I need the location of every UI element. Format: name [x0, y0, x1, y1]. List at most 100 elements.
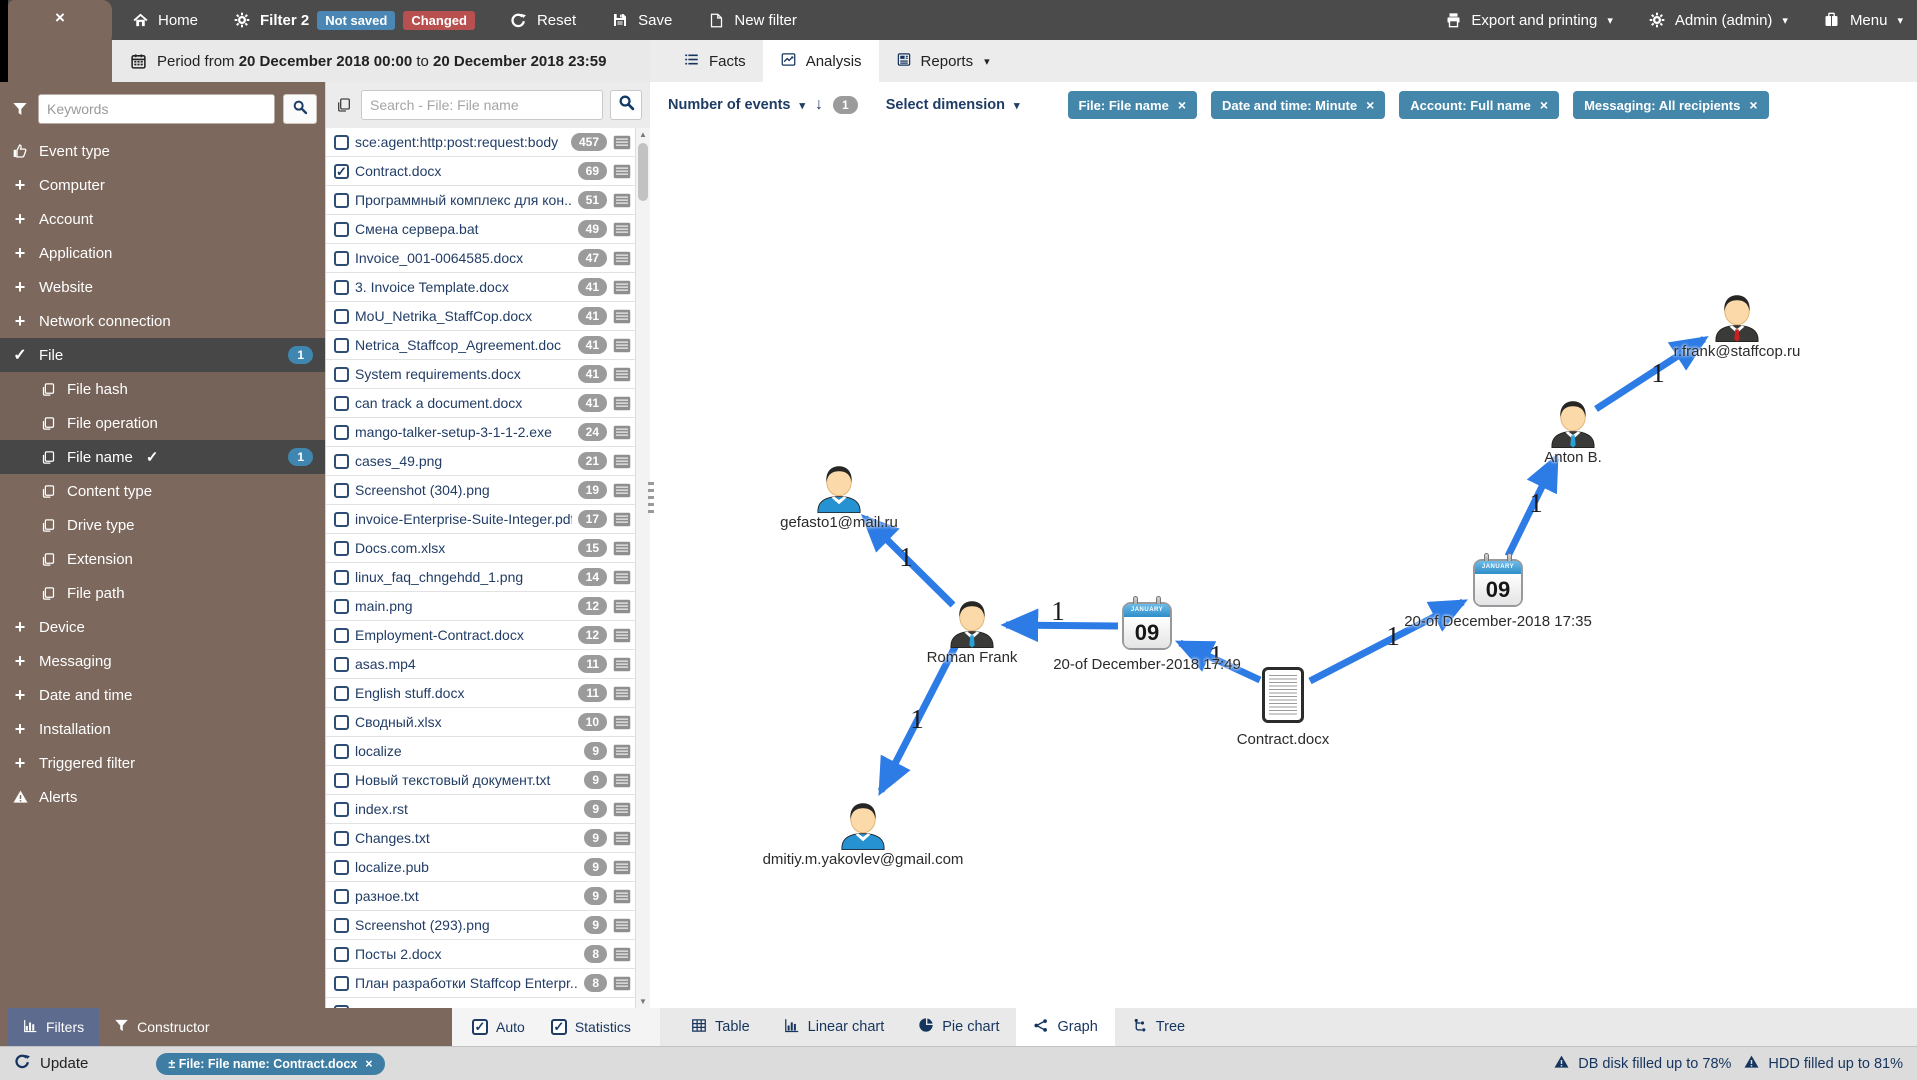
- sidebar-item-content-type[interactable]: Content type: [0, 474, 325, 508]
- file-list-item[interactable]: can track a document.docx41: [326, 389, 635, 418]
- file-list-scrollbar[interactable]: ▲ ▼: [635, 128, 650, 1008]
- tab-constructor[interactable]: Constructor: [99, 1008, 224, 1046]
- file-checkbox[interactable]: [334, 454, 349, 469]
- sidebar-item-triggered-filter[interactable]: +Triggered filter: [0, 746, 325, 780]
- details-list-icon[interactable]: [613, 628, 631, 643]
- person-node[interactable]: [945, 597, 999, 656]
- admin-menu[interactable]: Admin (admin) ▾: [1633, 0, 1802, 40]
- file-list-item[interactable]: invoice-Enterprise-Suite-Integer.pdf17: [326, 505, 635, 534]
- calendar-node[interactable]: JANUARY09: [1122, 602, 1172, 650]
- file-list-item[interactable]: Новый текстовый документ.txt9: [326, 766, 635, 795]
- file-checkbox[interactable]: [334, 802, 349, 817]
- tab-reports[interactable]: Reports▾: [879, 40, 1007, 82]
- sidebar-item-account[interactable]: +Account: [0, 202, 325, 236]
- file-list-item[interactable]: Docs.com.xlsx15: [326, 534, 635, 563]
- file-checkbox[interactable]: [334, 541, 349, 556]
- file-checkbox[interactable]: [334, 831, 349, 846]
- file-checkbox[interactable]: [334, 338, 349, 353]
- file-list-item[interactable]: cases_49.png21: [326, 447, 635, 476]
- remove-filter-icon[interactable]: ×: [365, 1057, 372, 1071]
- file-checkbox[interactable]: [334, 773, 349, 788]
- file-checkbox[interactable]: [334, 222, 349, 237]
- view-tab-tree[interactable]: Tree: [1115, 1008, 1202, 1046]
- measure-dropdown[interactable]: Number of events ▾: [668, 97, 805, 113]
- file-list-item[interactable]: English stuff.docx11: [326, 679, 635, 708]
- file-checkbox[interactable]: [334, 744, 349, 759]
- person-node[interactable]: [812, 462, 866, 521]
- details-list-icon[interactable]: [613, 976, 631, 991]
- new-filter-button[interactable]: New filter: [692, 0, 811, 40]
- details-list-icon[interactable]: [613, 686, 631, 701]
- sidebar-item-alerts[interactable]: Alerts: [0, 780, 325, 814]
- active-filter-chip[interactable]: ± File: File name: Contract.docx ×: [156, 1053, 384, 1075]
- file-checkbox[interactable]: [334, 599, 349, 614]
- file-list-item[interactable]: localize9: [326, 737, 635, 766]
- panel-resize-handle[interactable]: [648, 482, 654, 516]
- dimension-chip[interactable]: Messaging: All recipients×: [1573, 91, 1768, 119]
- file-checkbox[interactable]: [334, 686, 349, 701]
- period-bar[interactable]: Period from 20 December 2018 00:00 to 20…: [112, 40, 650, 82]
- filter-button[interactable]: Filter 2 Not saved Changed: [218, 0, 489, 40]
- details-list-icon[interactable]: [613, 947, 631, 962]
- file-checkbox[interactable]: [334, 396, 349, 411]
- scroll-down-icon[interactable]: ▼: [636, 997, 650, 1006]
- file-checkbox[interactable]: [334, 860, 349, 875]
- file-search-button[interactable]: [610, 90, 642, 120]
- file-list-item[interactable]: System requirements.docx41: [326, 360, 635, 389]
- file-checkbox[interactable]: [334, 425, 349, 440]
- remove-chip-icon[interactable]: ×: [1749, 97, 1757, 113]
- scroll-up-icon[interactable]: ▲: [636, 130, 650, 139]
- sidebar-item-file-hash[interactable]: File hash: [0, 372, 325, 406]
- file-list-item[interactable]: Screenshot (304).png19: [326, 476, 635, 505]
- file-list-item[interactable]: Changes.txt9: [326, 824, 635, 853]
- file-list-item[interactable]: Сводный.xlsx10: [326, 708, 635, 737]
- file-checkbox[interactable]: [334, 280, 349, 295]
- file-checkbox[interactable]: [334, 570, 349, 585]
- reset-button[interactable]: Reset: [495, 0, 590, 40]
- document-node[interactable]: [1262, 667, 1304, 723]
- file-checkbox[interactable]: [334, 715, 349, 730]
- file-search-input[interactable]: [361, 90, 603, 120]
- tab-analysis[interactable]: Analysis: [763, 40, 879, 82]
- dimension-chip[interactable]: Date and time: Minute×: [1211, 91, 1385, 119]
- tab-facts[interactable]: Facts: [666, 40, 763, 82]
- details-list-icon[interactable]: [613, 309, 631, 324]
- details-list-icon[interactable]: [613, 744, 631, 759]
- remove-chip-icon[interactable]: ×: [1178, 97, 1186, 113]
- sidebar-item-file-operation[interactable]: File operation: [0, 406, 325, 440]
- details-list-icon[interactable]: [613, 570, 631, 585]
- statistics-checkbox[interactable]: ✓ Statistics: [551, 1019, 631, 1035]
- sidebar-item-installation[interactable]: +Installation: [0, 712, 325, 746]
- sidebar-item-application[interactable]: +Application: [0, 236, 325, 270]
- details-list-icon[interactable]: [613, 164, 631, 179]
- sidebar-item-messaging[interactable]: +Messaging: [0, 644, 325, 678]
- file-list-item[interactable]: разное.txt9: [326, 882, 635, 911]
- file-checkbox[interactable]: [334, 657, 349, 672]
- details-list-icon[interactable]: [613, 251, 631, 266]
- details-list-icon[interactable]: [613, 193, 631, 208]
- file-list-item[interactable]: Screenshot (293).png9: [326, 911, 635, 940]
- keywords-search-button[interactable]: [283, 94, 317, 124]
- file-list-item[interactable]: Смена сервера.bat49: [326, 215, 635, 244]
- details-list-icon[interactable]: [613, 425, 631, 440]
- main-menu[interactable]: Menu ▾: [1808, 0, 1917, 40]
- file-list-item[interactable]: Invoice_001-0064585.docx47: [326, 244, 635, 273]
- remove-chip-icon[interactable]: ×: [1540, 97, 1548, 113]
- details-list-icon[interactable]: [613, 918, 631, 933]
- details-list-icon[interactable]: [613, 889, 631, 904]
- file-checkbox[interactable]: ✓: [334, 164, 349, 179]
- tab-filters[interactable]: Filters: [8, 1008, 99, 1046]
- view-tab-linear-chart[interactable]: Linear chart: [767, 1008, 902, 1046]
- view-tab-graph[interactable]: Graph: [1016, 1008, 1114, 1046]
- file-list-item[interactable]: Employment-Contract.docx12: [326, 621, 635, 650]
- file-list-item[interactable]: ✓Contract.docx69: [326, 157, 635, 186]
- details-list-icon[interactable]: [613, 280, 631, 295]
- file-checkbox[interactable]: [334, 251, 349, 266]
- details-list-icon[interactable]: [613, 657, 631, 672]
- file-checkbox[interactable]: [334, 976, 349, 991]
- view-tab-pie-chart[interactable]: Pie chart: [901, 1008, 1016, 1046]
- remove-chip-icon[interactable]: ×: [1366, 97, 1374, 113]
- close-tab[interactable]: ×: [8, 0, 112, 60]
- file-list-item[interactable]: MoU_Netrika_StaffCop.docx41: [326, 302, 635, 331]
- details-list-icon[interactable]: [613, 512, 631, 527]
